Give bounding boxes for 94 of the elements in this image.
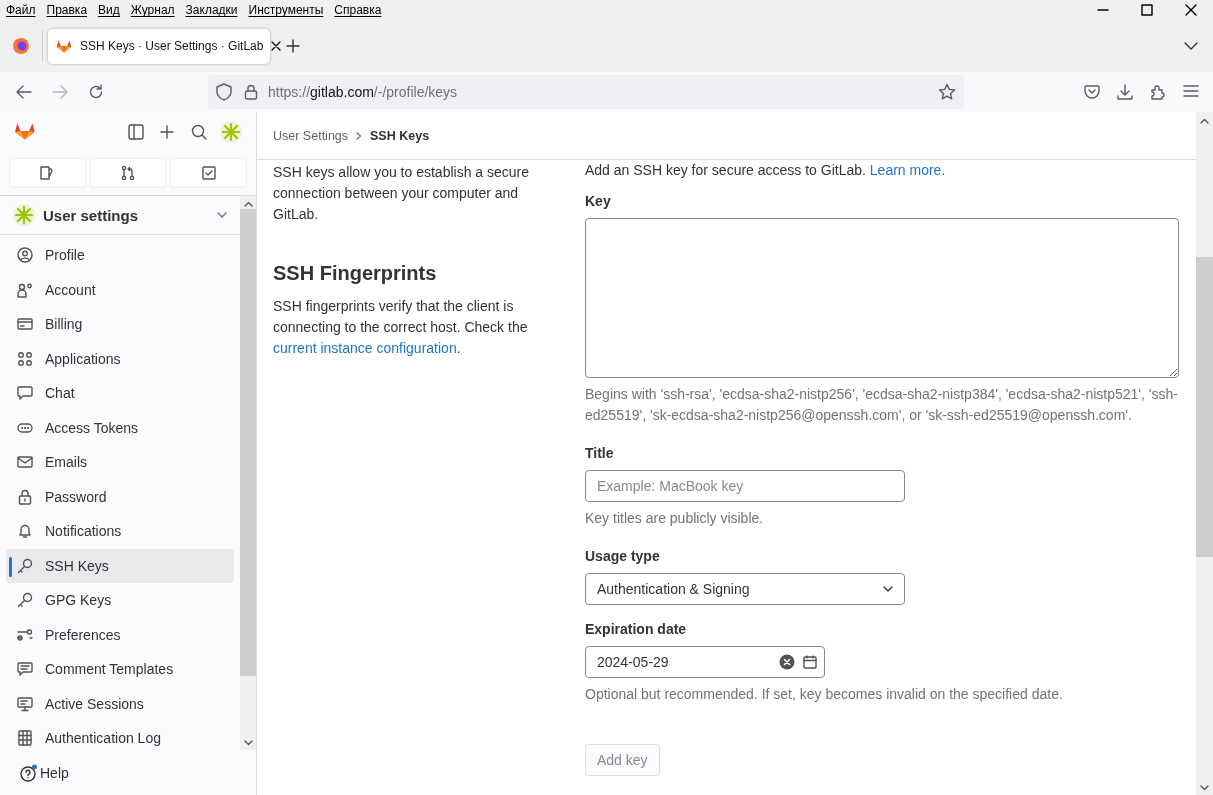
sidebar-item[interactable]: Account [6,272,234,307]
gitlab-logo-icon [56,38,72,54]
section-heading: SSH Fingerprints [273,261,438,286]
checkbox-button[interactable] [170,158,247,188]
menu-item[interactable]: Закладки [185,3,238,17]
sliders-icon [17,626,33,643]
close-icon[interactable] [271,41,282,51]
firefox-icon[interactable] [12,37,30,55]
maximize-icon[interactable] [1141,4,1153,16]
menu-item[interactable]: Справка [334,3,382,17]
calendar-icon[interactable] [803,655,817,669]
menu-item[interactable]: Правка [46,3,88,17]
form-description: Add an SSH key for secure access to GitLab. Learn more. [585,161,947,180]
extensions-icon[interactable] [1150,84,1166,100]
sidebar-item[interactable]: Chat [6,376,234,411]
download-icon[interactable] [1117,84,1133,100]
field-label: Title [585,444,615,462]
reload-icon[interactable] [88,84,104,100]
menu-item[interactable]: Вид [98,3,120,17]
menu-item[interactable]: Инструменты [248,3,324,17]
table-icon [17,730,33,747]
avatar-icon [13,204,35,226]
scroll-up-icon[interactable] [1200,118,1209,124]
scroll-down-icon[interactable] [243,740,253,746]
new-tab-icon[interactable] [286,39,300,53]
help-badge-icon [20,763,38,782]
speech-bubble-icon [17,385,33,402]
learn-more-link[interactable]: Learn more. [869,162,946,178]
sidebar-toggle-icon[interactable] [128,124,144,140]
sidebar-item[interactable]: Comment Templates [6,652,234,687]
menu-icon[interactable] [1183,84,1199,98]
url-text: https://gitlab.com/-/profile/keys [268,84,458,100]
breadcrumb-link[interactable]: User Settings [273,128,349,143]
sidebar-item[interactable]: Notifications [6,514,234,549]
help-text: Begins with 'ssh-rsa', 'ecdsa-sha2-nistp256', 'ecdsa-sha2-nistp384', 'ecdsa-sha2-nistp521', 'ssh-ed25519', 'sk-ecdsa-sha2-nistp256@openssh.com', or 'sk-ssh-ed25519@openssh.com'. [585,385,1179,425]
instance-config-link[interactable]: current instance configuration [273,340,457,356]
star-icon[interactable] [938,83,956,101]
scrollbar-thumb[interactable] [240,209,256,676]
section-header[interactable]: User settings [0,196,240,235]
field-label: Expiration date [585,620,688,638]
field-label: Usage type [585,547,661,565]
fingerprints-text: SSH fingerprints verify that the client is connecting to the correct host. Check the current instance configuration. [273,297,529,358]
chevron-down-icon[interactable] [1184,42,1198,50]
section-title: User settings [43,206,140,224]
chevron-right-icon [356,131,363,140]
field-label: Key [585,192,612,210]
title-input[interactable]: Example: MacBook key [585,470,905,502]
close-icon[interactable] [1185,4,1197,16]
help-text: Key titles are publicly visible. [585,509,765,528]
issues-icon [39,165,56,181]
scroll-up-icon[interactable] [243,201,253,207]
sidebar-item[interactable]: Access Tokens [6,410,234,445]
help-text: Optional but recommended. If set, key becomes invalid on the specified date. [585,685,1064,704]
sidebar-item[interactable]: SSH Keys [6,548,234,583]
sidebar-item[interactable]: Password [6,479,234,514]
merge-request-button[interactable] [89,158,167,188]
date-input[interactable]: 2024-05-29 [585,646,825,678]
key-icon [17,557,33,574]
shield-icon [216,83,232,101]
address-bar[interactable]: https://gitlab.com/-/profile/keys [208,75,964,109]
bell-icon [17,523,33,540]
envelope-icon [17,454,33,471]
person-gear-icon [17,281,33,298]
menu-item[interactable]: Журнал [130,3,175,17]
key-icon [17,592,33,609]
intro-text: SSH keys allow you to establish a secure connection between your computer and GitLab. [273,163,530,224]
issues-button[interactable] [9,158,86,188]
scrollbar-thumb[interactable] [1196,257,1213,557]
menu-item[interactable]: Файл [6,3,36,17]
grid-icon [17,350,33,367]
person-circle-icon [17,247,33,264]
lock-icon [17,488,33,505]
pocket-icon[interactable] [1084,84,1100,100]
sidebar-item[interactable]: GPG Keys [6,583,234,618]
merge-request-icon [120,165,136,181]
sidebar-item[interactable]: Applications [6,341,234,376]
scroll-down-icon[interactable] [1200,785,1209,791]
sidebar-item[interactable]: Active Sessions [6,686,234,721]
search-icon[interactable] [191,124,207,140]
usage-type-select[interactable]: Authentication & Signing [585,573,905,605]
chevron-down-icon [883,586,893,592]
sidebar-item[interactable]: Preferences [6,617,234,652]
sidebar-item[interactable]: Billing [6,307,234,342]
plus-icon[interactable] [160,125,174,139]
clear-icon[interactable] [779,654,795,670]
sidebar-item[interactable]: Emails [6,445,234,480]
card-icon [17,316,33,333]
breadcrumb-current: SSH Keys [370,128,430,143]
comment-icon [17,661,33,678]
back-arrow-icon[interactable] [16,85,32,99]
sidebar-item[interactable]: Profile [6,238,234,273]
checkbox-icon [200,165,217,181]
monitor-icon [17,695,33,712]
lock-icon [244,84,258,100]
